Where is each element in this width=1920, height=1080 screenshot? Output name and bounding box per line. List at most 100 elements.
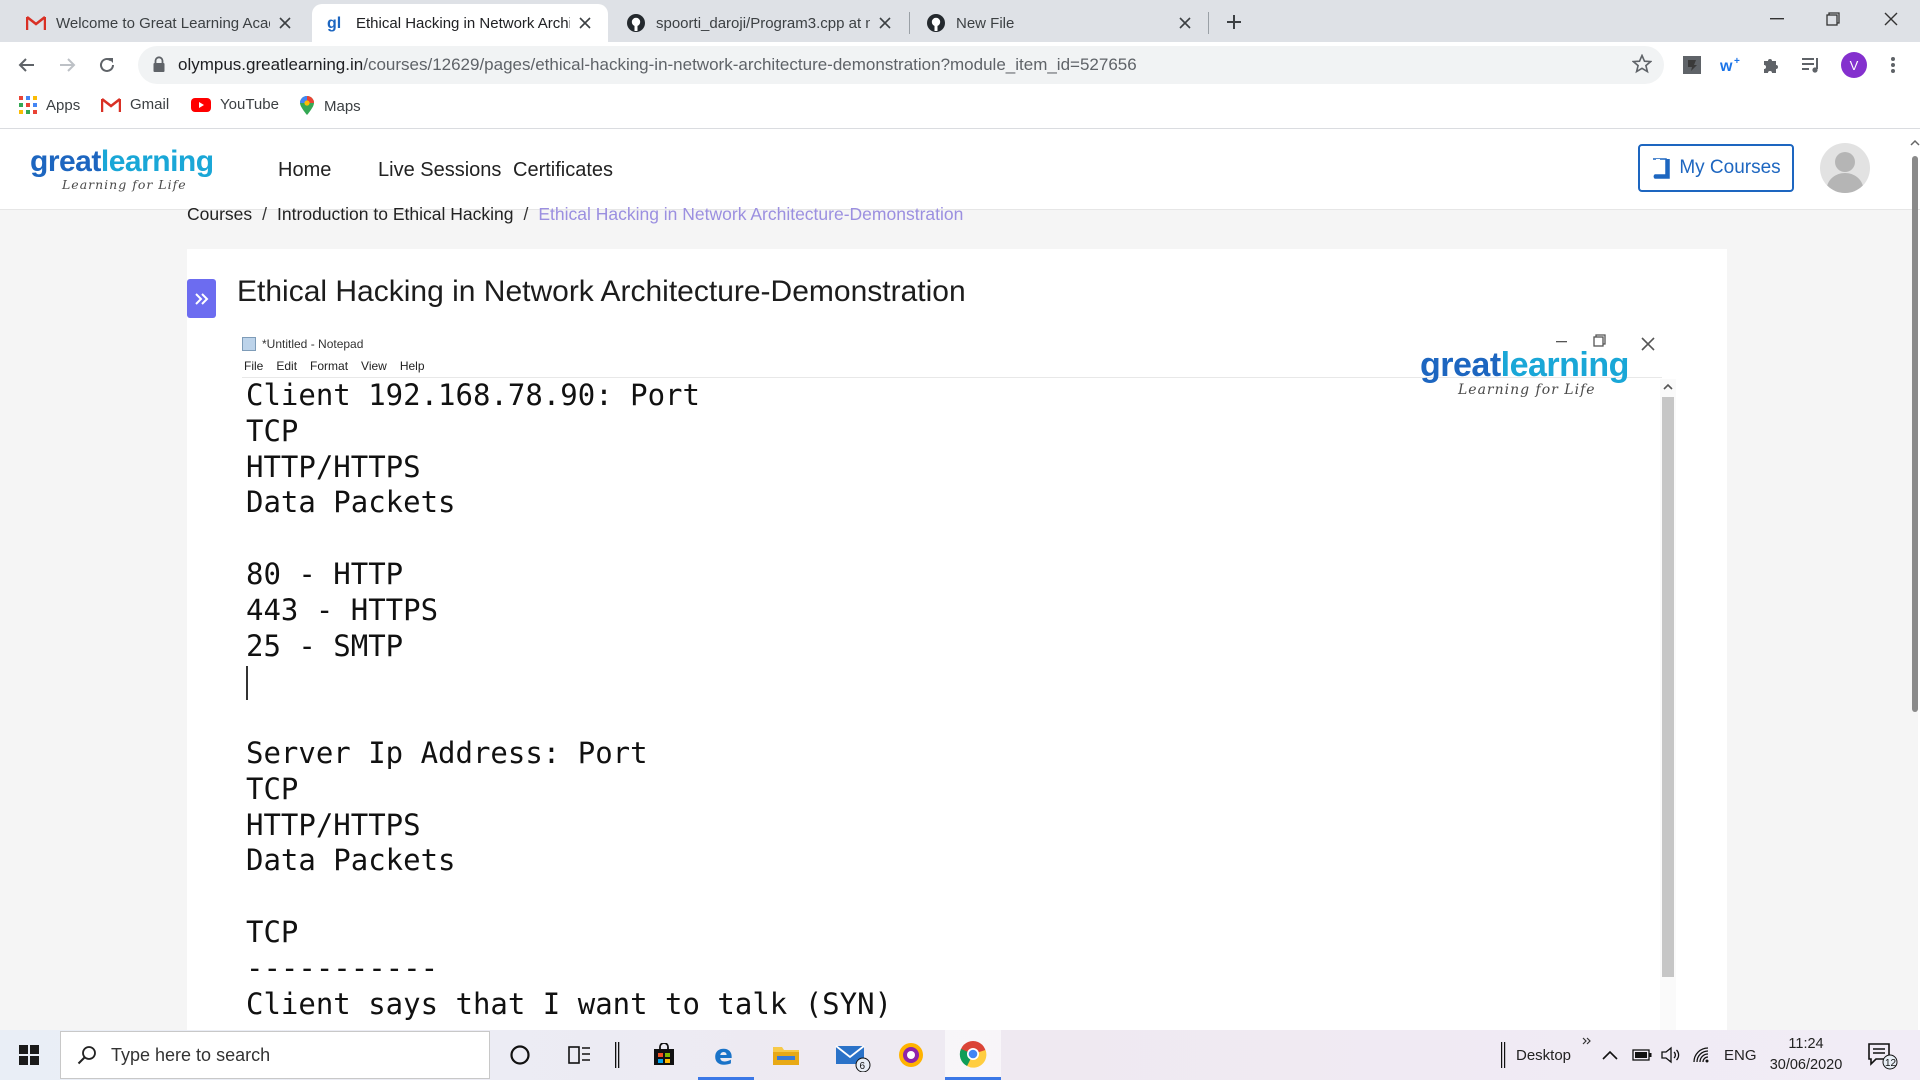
extensions-puzzle-icon[interactable] — [1757, 51, 1785, 79]
gmail-icon — [101, 97, 121, 113]
notification-center-icon[interactable]: 12 — [1866, 1030, 1900, 1080]
bookmarks-bar: Apps Gmail YouTube Maps — [0, 88, 1920, 129]
bookmark-label: Gmail — [130, 96, 170, 113]
notepad-window-title: *Untitled - Notepad — [262, 337, 364, 351]
lock-icon[interactable] — [152, 56, 166, 73]
start-button[interactable] — [0, 1030, 58, 1080]
double-chevron-right-icon — [194, 292, 208, 305]
svg-text:+: + — [1734, 56, 1740, 67]
forward-button[interactable] — [50, 48, 84, 82]
nav-live-sessions[interactable]: Live Sessions — [378, 159, 501, 182]
clock-date: 30/06/2020 — [1769, 1057, 1843, 1073]
chrome-icon[interactable] — [945, 1030, 1001, 1080]
scroll-up-arrow-icon[interactable] — [1910, 138, 1920, 148]
bookmark-maps[interactable]: Maps — [299, 96, 361, 116]
notepad-title: *Untitled - Notepad — [242, 337, 363, 351]
notepad-icon — [242, 337, 256, 351]
breadcrumb-courses[interactable]: Courses — [187, 204, 252, 224]
bookmark-apps[interactable]: Apps — [19, 96, 80, 114]
media-playlist-icon[interactable] — [1797, 51, 1825, 79]
minimize-window-button[interactable] — [1752, 0, 1802, 38]
close-tab-icon[interactable] — [876, 14, 894, 32]
language-indicator[interactable]: ENG — [1724, 1030, 1757, 1080]
volume-icon[interactable] — [1660, 1030, 1682, 1080]
gmail-icon — [26, 13, 46, 33]
book-icon — [1651, 157, 1671, 179]
svg-text:e: e — [714, 1040, 733, 1068]
profile-avatar[interactable]: V — [1841, 52, 1867, 78]
greatlearning-watermark: greatlearning Learning for Life — [1420, 346, 1629, 398]
github-icon — [926, 13, 946, 33]
reload-button[interactable] — [90, 48, 124, 82]
breadcrumb-current: Ethical Hacking in Network Architecture-… — [538, 204, 964, 224]
windows-logo-icon — [19, 1045, 39, 1065]
address-bar[interactable]: olympus.greatlearning.in/courses/12629/p… — [138, 46, 1664, 84]
edge-icon[interactable]: e — [698, 1030, 754, 1080]
wifi-icon[interactable] — [1692, 1030, 1712, 1080]
nav-home[interactable]: Home — [278, 159, 331, 182]
breadcrumb-introduction[interactable]: Introduction to Ethical Hacking — [277, 204, 513, 224]
file-explorer-icon[interactable] — [758, 1030, 814, 1080]
new-tab-button[interactable] — [1220, 8, 1248, 36]
tab-github-program3[interactable]: spoorti_daroji/Program3.cpp at m — [612, 4, 908, 42]
taskbar-search[interactable]: Type here to search — [60, 1031, 490, 1079]
taskbar-clock[interactable]: 11:24 30/06/2020 — [1756, 1034, 1856, 1076]
breadcrumb-separator: / — [523, 204, 529, 224]
desktop-label: Desktop — [1516, 1046, 1572, 1064]
menu-view: View — [361, 359, 387, 373]
bookmark-label: Apps — [46, 96, 81, 114]
my-courses-button[interactable]: My Courses — [1638, 144, 1794, 192]
mail-icon[interactable]: 6 — [824, 1030, 880, 1080]
chrome-menu-icon[interactable] — [1879, 51, 1907, 79]
tab-separator — [1208, 12, 1209, 34]
tab-strip: Welcome to Great Learning Acad gl Ethica… — [0, 0, 1920, 42]
nav-certificates[interactable]: Certificates — [513, 159, 613, 182]
tab-title: Ethical Hacking in Network Archit — [356, 14, 570, 32]
taskbar: Type here to search e 6 Desktop ENG 11:2… — [0, 1030, 1920, 1080]
colorful-app-icon[interactable] — [883, 1030, 939, 1080]
greatlearning-icon: gl — [326, 13, 346, 33]
tab-new-file[interactable]: New File — [912, 4, 1208, 42]
user-avatar[interactable] — [1820, 143, 1870, 193]
extension-puzzle-dark-icon[interactable] — [1678, 51, 1706, 79]
back-button[interactable] — [10, 48, 44, 82]
my-courses-label: My Courses — [1679, 157, 1781, 178]
search-placeholder: Type here to search — [111, 1044, 271, 1065]
desktop-toolbar[interactable]: Desktop — [1500, 1030, 1571, 1080]
tab-ethical-hacking[interactable]: gl Ethical Hacking in Network Archit — [312, 4, 608, 42]
svg-text:12: 12 — [1885, 1058, 1897, 1069]
close-tab-icon[interactable] — [576, 14, 594, 32]
page-scrollbar[interactable] — [1912, 156, 1918, 712]
clock-time: 11:24 — [1788, 1036, 1824, 1052]
battery-icon[interactable] — [1632, 1030, 1652, 1080]
bookmark-gmail[interactable]: Gmail — [101, 96, 169, 113]
bookmark-star-icon[interactable] — [1632, 54, 1652, 74]
tab-separator — [909, 12, 910, 34]
toolbar-expand-icon[interactable] — [1582, 1016, 1592, 1066]
show-hidden-icons-chevron-up-icon[interactable] — [1602, 1030, 1618, 1080]
tab-gmail[interactable]: Welcome to Great Learning Acad — [12, 4, 308, 42]
expand-sidebar-button[interactable] — [187, 279, 216, 318]
svg-text:gl: gl — [327, 15, 341, 32]
bookmark-youtube[interactable]: YouTube — [191, 96, 279, 113]
notepad-menu: File Edit Format View Help — [244, 359, 438, 373]
close-tab-icon[interactable] — [276, 14, 294, 32]
url-text[interactable]: olympus.greatlearning.in/courses/12629/p… — [178, 55, 1137, 75]
task-view-button[interactable] — [552, 1030, 608, 1080]
scroll-up-arrow-icon — [1662, 381, 1674, 393]
svg-text:6: 6 — [860, 1061, 866, 1072]
word-extension-icon[interactable]: w + — [1717, 51, 1745, 79]
restore-window-button[interactable] — [1808, 0, 1858, 38]
store-icon[interactable] — [636, 1030, 692, 1080]
cortana-button[interactable] — [492, 1030, 548, 1080]
video-player[interactable]: *Untitled - Notepad File Edit Format Vie… — [232, 331, 1680, 1030]
maps-pin-icon — [299, 96, 315, 116]
search-icon — [77, 1045, 97, 1065]
tab-title: spoorti_daroji/Program3.cpp at m — [656, 14, 870, 32]
svg-text:w: w — [1720, 58, 1733, 75]
close-tab-icon[interactable] — [1176, 14, 1194, 32]
menu-help: Help — [399, 359, 425, 373]
notepad-scroll-thumb — [1662, 397, 1674, 977]
close-window-button[interactable] — [1866, 0, 1916, 38]
greatlearning-logo[interactable]: greatlearning Learning for Life — [30, 147, 214, 192]
